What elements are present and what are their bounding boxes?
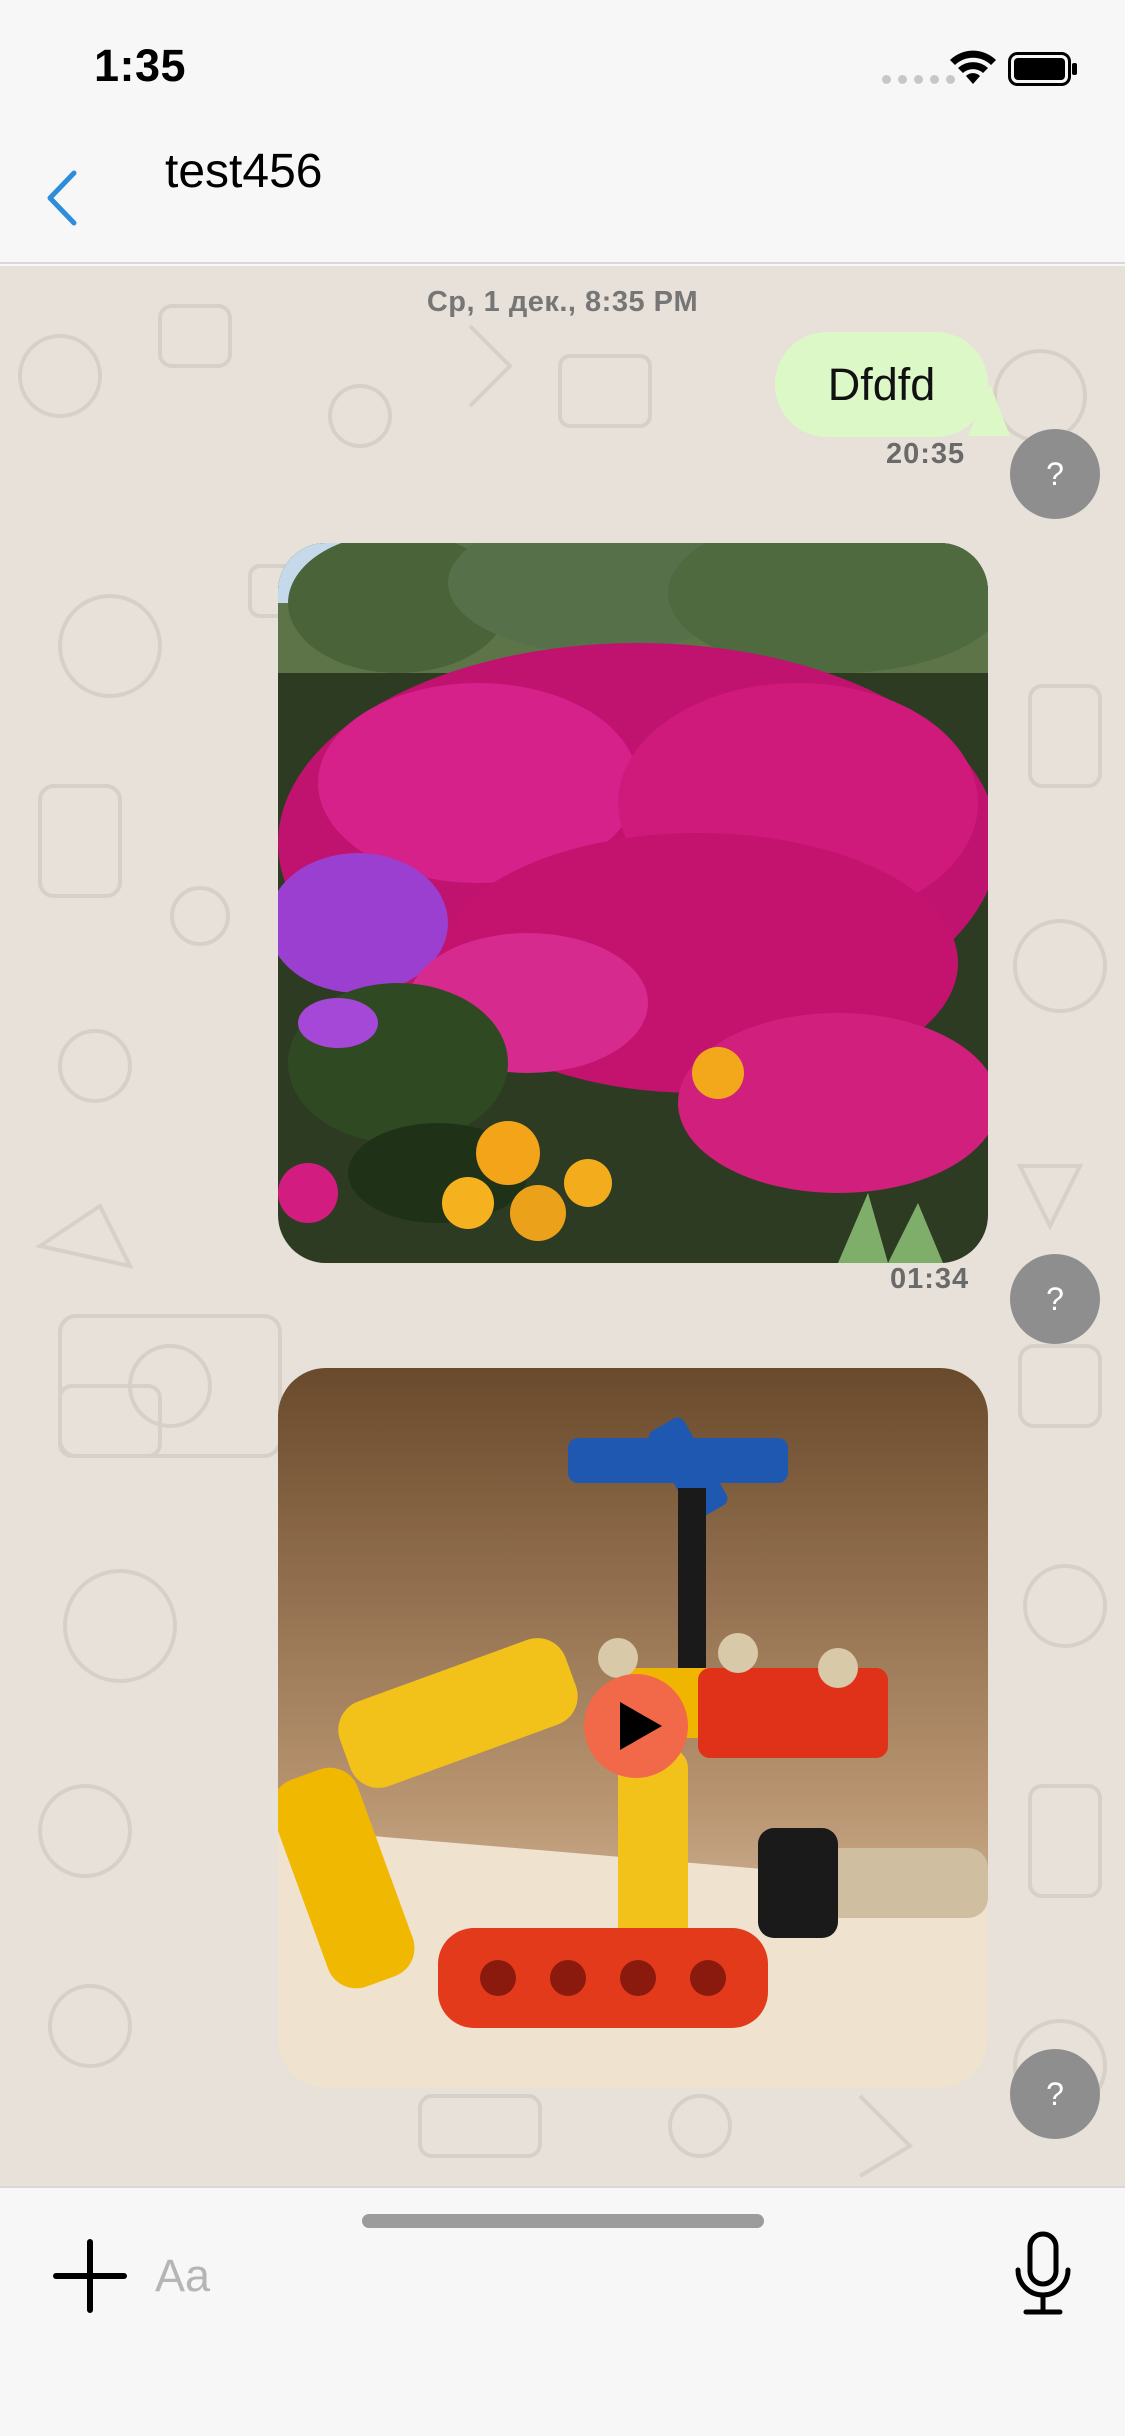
avatar[interactable]: ? <box>1010 429 1100 519</box>
status-time: 1:35 <box>94 40 187 91</box>
back-button[interactable] <box>40 165 92 231</box>
play-button[interactable] <box>584 1674 688 1778</box>
message-time: 20:35 <box>886 438 966 470</box>
avatar[interactable]: ? <box>1010 2049 1100 2139</box>
home-indicator <box>362 2214 764 2228</box>
message-time: 01:34 <box>890 1263 970 1295</box>
chat-title: test456 <box>165 145 323 198</box>
plus-icon <box>53 2239 127 2313</box>
microphone-icon <box>1015 2231 1071 2315</box>
flowers-photo <box>278 543 988 1263</box>
avatar[interactable]: ? <box>1010 1254 1100 1344</box>
status-bar: 1:35 <box>0 0 1125 132</box>
nav-bar: test456 <box>0 132 1125 264</box>
video-message[interactable] <box>278 1368 988 2088</box>
microphone-button[interactable] <box>1012 2230 1074 2318</box>
cellular-signal-icon <box>882 75 955 84</box>
image-message[interactable] <box>278 543 988 1263</box>
message-input[interactable] <box>155 2236 975 2316</box>
chat-area[interactable]: Ср, 1 дек., 8:35 PM Dfdfd 20:35 ? 01:34 … <box>0 266 1125 2186</box>
wifi-icon <box>950 50 996 84</box>
message-bubble[interactable]: Dfdfd <box>775 332 988 437</box>
chevron-left-icon <box>47 170 77 226</box>
battery-icon <box>1008 52 1077 86</box>
message-text: Dfdfd <box>827 358 936 410</box>
attach-button[interactable] <box>52 2238 128 2314</box>
play-icon <box>620 1702 662 1750</box>
date-separator: Ср, 1 дек., 8:35 PM <box>426 286 699 318</box>
